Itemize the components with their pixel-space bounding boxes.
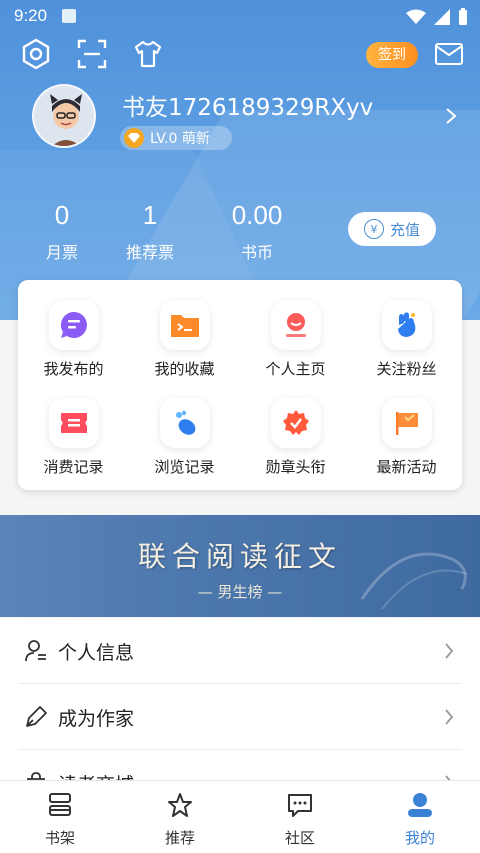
stat-label: 月票 [45, 243, 78, 262]
grid-label: 个人主页 [265, 360, 326, 378]
menu-list: 个人信息 成为作家 读者商城 [0, 618, 480, 796]
list-item-become-writer[interactable]: 成为作家 [18, 684, 462, 750]
grid-item-my-posts[interactable]: 我发布的 [18, 300, 129, 379]
event-banner[interactable]: 联合阅读征文 — 男生榜 — [0, 515, 480, 617]
nav-bookshelf[interactable]: 书架 [0, 781, 120, 853]
grid-label: 我的收藏 [154, 360, 215, 378]
follow-icon [397, 312, 415, 337]
stat-label: 书币 [240, 243, 273, 262]
nav-recommend[interactable]: 推荐 [120, 781, 240, 853]
wifi-icon [406, 9, 426, 24]
nav-community[interactable]: 社区 [240, 781, 360, 853]
person-icon [25, 640, 46, 662]
grid-item-medals[interactable]: 勋章头衔 [240, 398, 351, 477]
recharge-button[interactable]: ¥ 充值 [348, 212, 436, 246]
nav-label: 书架 [44, 829, 75, 847]
mail-icon[interactable] [434, 42, 464, 66]
dress-up-icon[interactable] [132, 38, 164, 70]
nav-label: 社区 [284, 829, 315, 847]
scan-icon[interactable] [76, 38, 108, 70]
yen-icon: ¥ [363, 219, 384, 239]
star-icon [168, 793, 192, 817]
collection-icon [170, 315, 199, 337]
medal-icon [282, 410, 309, 435]
footprint-icon [175, 410, 195, 435]
chat-icon [288, 794, 312, 817]
function-grid: 我发布的 我的收藏 个人主页 关注粉丝 消费记录 浏览记录 勋章头衔 最新活动 [18, 280, 462, 490]
stat-value: 0 [54, 200, 70, 230]
pen-icon [26, 706, 47, 727]
grid-label: 我发布的 [43, 360, 104, 378]
username[interactable]: 书友1726189329RXyv [122, 88, 373, 122]
recharge-label: 充值 [389, 220, 420, 239]
stat-recommend-ticket[interactable]: 1 推荐票 [116, 200, 184, 263]
signal-icon [434, 9, 450, 25]
grid-item-follows-fans[interactable]: 关注粉丝 [351, 300, 462, 379]
banner-subtitle: — 男生榜 — [197, 583, 283, 601]
grid-label: 关注粉丝 [376, 360, 437, 378]
chevron-right-icon [445, 709, 454, 725]
sign-in-button[interactable]: 签到 [366, 42, 418, 68]
level-text: LV.0 萌新 [150, 131, 210, 147]
bookshelf-icon [49, 793, 71, 816]
grid-item-homepage[interactable]: 个人主页 [240, 300, 351, 379]
post-icon [60, 311, 87, 338]
flag-icon [395, 412, 418, 435]
nav-label: 推荐 [164, 829, 195, 847]
stat-monthly-ticket[interactable]: 0 月票 [30, 200, 94, 263]
nav-label: 我的 [404, 829, 435, 847]
grid-label: 最新活动 [376, 458, 437, 476]
chevron-right-icon [445, 643, 454, 659]
grid-item-my-collection[interactable]: 我的收藏 [129, 300, 240, 379]
user-icon [408, 793, 432, 817]
stat-value: 1 [142, 200, 158, 230]
list-item-personal-info[interactable]: 个人信息 [18, 618, 462, 684]
status-time: 9:20 [14, 6, 48, 25]
grid-item-consumption[interactable]: 消费记录 [18, 398, 129, 477]
stat-value: 0.00 [231, 200, 283, 230]
settings-icon[interactable] [20, 38, 52, 70]
stat-book-coins[interactable]: 0.00 书币 [216, 200, 298, 263]
bottom-nav: 书架 推荐 社区 我的 [0, 780, 480, 853]
list-item-label: 成为作家 [58, 708, 135, 730]
banner-title: 联合阅读征文 [137, 540, 342, 573]
ticket-icon [60, 413, 87, 433]
nav-mine[interactable]: 我的 [360, 781, 480, 853]
stat-label: 推荐票 [125, 243, 174, 262]
homepage-icon [285, 313, 306, 337]
notification-icon [62, 9, 76, 23]
grid-item-latest-activity[interactable]: 最新活动 [351, 398, 462, 477]
grid-item-browse-history[interactable]: 浏览记录 [129, 398, 240, 477]
grid-label: 浏览记录 [154, 458, 215, 476]
battery-icon [459, 8, 467, 25]
avatar[interactable] [32, 84, 96, 148]
grid-label: 消费记录 [43, 458, 104, 476]
list-item-label: 个人信息 [58, 642, 135, 664]
gem-icon [124, 128, 144, 148]
level-badge[interactable]: LV.0 萌新 [120, 126, 232, 150]
grid-label: 勋章头衔 [265, 458, 326, 476]
chevron-right-icon[interactable] [444, 106, 458, 126]
status-bar: 9:20 [0, 0, 480, 32]
